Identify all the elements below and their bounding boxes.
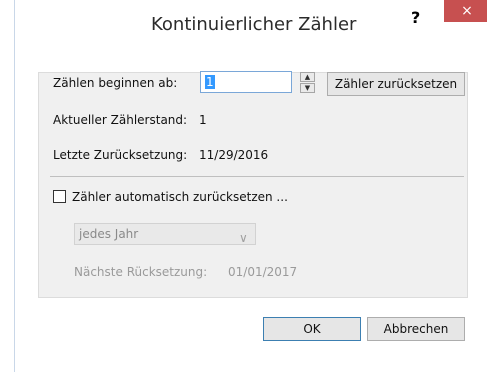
reset-counter-button[interactable]: Zähler zurücksetzen [327,72,465,96]
auto-reset-label: Zähler automatisch zurücksetzen ... [72,190,288,204]
cancel-button[interactable]: Abbrechen [367,317,465,341]
chevron-down-icon[interactable]: ▼ [300,83,315,93]
chevron-up-icon[interactable]: ▲ [300,72,315,82]
reset-interval-value: jedes Jahr [79,227,139,241]
chevron-down-icon: ∨ [239,231,248,245]
last-reset-label: Letzte Zurücksetzung: [53,148,188,162]
current-count-label: Aktueller Zählerstand: [53,113,188,127]
next-reset-label: Nächste Rücksetzung: [74,265,208,279]
close-icon: × [461,3,473,19]
current-count-value: 1 [199,113,207,127]
start-value: 1 [205,75,215,89]
section-divider [50,176,464,177]
close-button[interactable]: × [444,0,487,22]
auto-reset-checkbox[interactable] [53,190,66,203]
start-value-stepper[interactable]: ▲ ▼ [300,72,315,94]
start-value-input[interactable]: 1 [200,71,292,93]
help-button[interactable]: ? [411,8,420,27]
next-reset-value: 01/01/2017 [228,265,298,279]
ok-button[interactable]: OK [263,317,361,341]
start-from-label: Zählen beginnen ab: [53,76,178,90]
dialog-title: Kontinuierlicher Zähler [151,14,357,35]
last-reset-value: 11/29/2016 [199,148,269,162]
reset-interval-select[interactable]: jedes Jahr ∨ [74,223,256,245]
